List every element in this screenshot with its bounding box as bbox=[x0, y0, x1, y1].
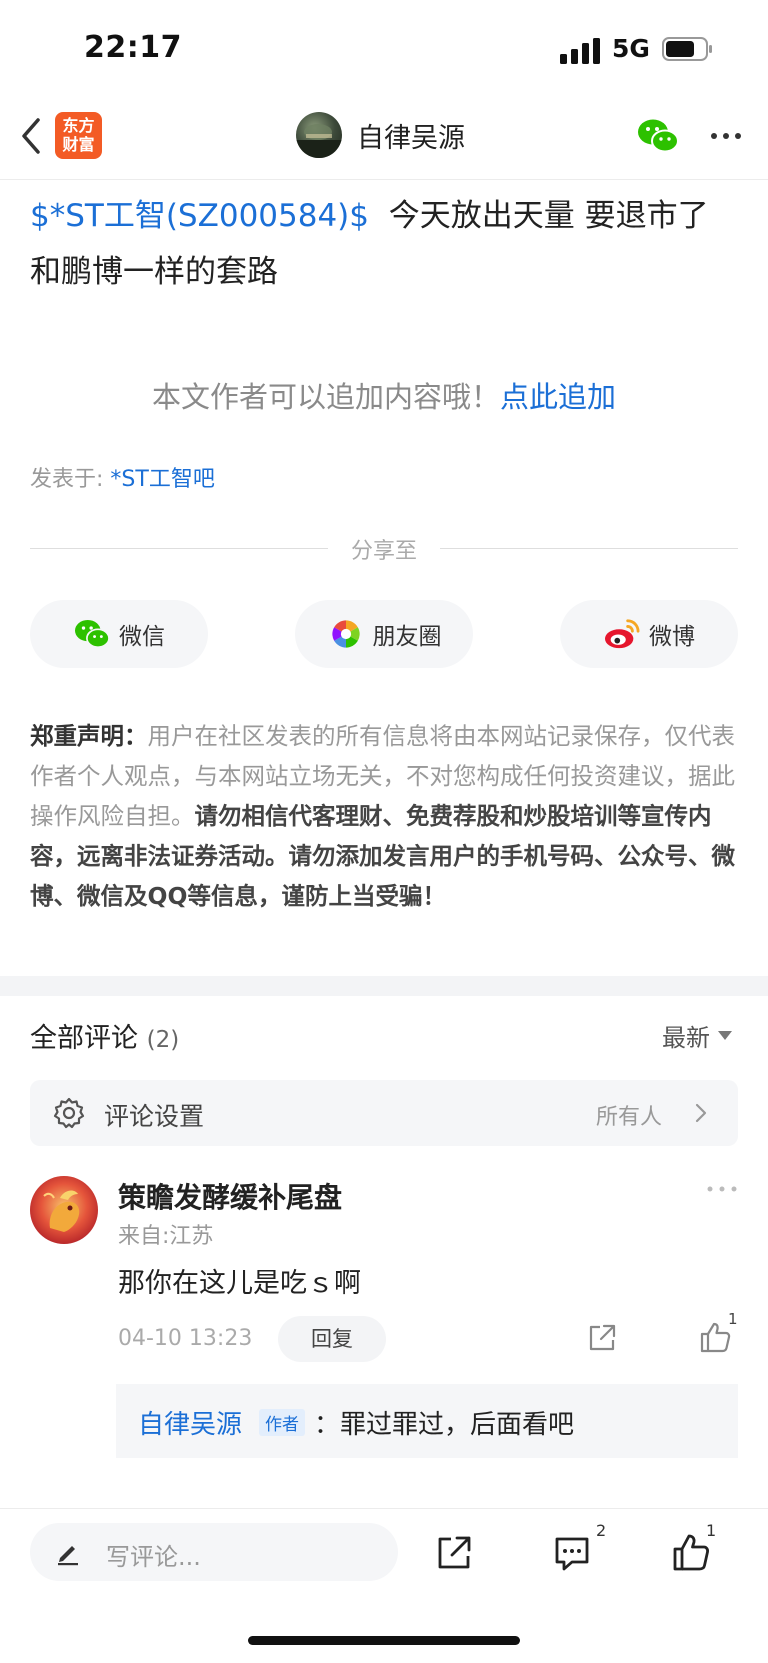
stock-tag-link[interactable]: $*ST工智(SZ000584)$ bbox=[30, 198, 369, 234]
status-time: 22:17 bbox=[84, 30, 182, 65]
disclaimer-label: 郑重声明： bbox=[30, 722, 148, 750]
wechat-icon bbox=[75, 619, 110, 649]
comments-count: (2) bbox=[146, 1027, 180, 1053]
author-avatar[interactable] bbox=[296, 112, 342, 158]
weibo-icon bbox=[605, 619, 640, 649]
comment-icon[interactable] bbox=[552, 1533, 592, 1573]
commenter-avatar[interactable] bbox=[30, 1176, 98, 1244]
write-comment-placeholder: 写评论... bbox=[106, 1543, 201, 1571]
network-type: 5G bbox=[612, 34, 650, 63]
home-indicator bbox=[248, 1636, 520, 1645]
comments-title-label: 全部评论 bbox=[30, 1023, 138, 1054]
section-divider bbox=[0, 976, 768, 996]
caret-down-icon bbox=[718, 1031, 732, 1040]
reply-content: 罪过罪过，后面看吧 bbox=[340, 1410, 575, 1440]
share-weibo-label: 微博 bbox=[649, 624, 695, 650]
comments-title: 全部评论 (2) bbox=[30, 1016, 179, 1055]
sort-dropdown[interactable]: 最新 bbox=[662, 1018, 732, 1053]
battery-icon bbox=[662, 37, 712, 61]
signal-icon bbox=[560, 38, 600, 64]
write-comment-input[interactable]: 写评论... bbox=[30, 1523, 398, 1581]
app-logo[interactable]: 东方 财富 bbox=[55, 112, 102, 159]
share-title: 分享至 bbox=[350, 539, 417, 564]
more-options-icon[interactable] bbox=[708, 124, 744, 148]
share-wechat-button[interactable]: 微信 bbox=[30, 600, 208, 668]
append-hint-text: 本文作者可以追加内容哦！ bbox=[151, 380, 500, 414]
wechat-share-icon[interactable] bbox=[636, 116, 680, 156]
chevron-right-icon bbox=[695, 1103, 707, 1123]
comment-time: 04-10 13:23 bbox=[118, 1326, 253, 1351]
pen-icon bbox=[58, 1546, 78, 1566]
sort-value: 最新 bbox=[662, 1024, 710, 1052]
dragon-avatar-image bbox=[43, 1190, 80, 1232]
back-arrow-icon[interactable] bbox=[16, 114, 46, 158]
comment-settings-row[interactable]: 评论设置 所有人 bbox=[30, 1080, 738, 1146]
posted-in-label: 发表于: bbox=[30, 467, 104, 492]
reply-separator: ： bbox=[314, 1410, 341, 1440]
share-moments-label: 朋友圈 bbox=[372, 624, 442, 650]
comment-settings-label: 评论设置 bbox=[104, 1102, 205, 1131]
share-icon[interactable] bbox=[434, 1533, 474, 1573]
comment-count-badge: 2 bbox=[596, 1521, 607, 1540]
comment-more-icon[interactable] bbox=[706, 1184, 738, 1194]
like-count-badge: 1 bbox=[706, 1521, 717, 1540]
gear-icon bbox=[53, 1097, 85, 1129]
reply-text: ：罪过罪过，后面看吧 bbox=[314, 1404, 574, 1441]
divider-right bbox=[440, 548, 738, 549]
moments-icon bbox=[331, 620, 360, 648]
share-wechat-label: 微信 bbox=[119, 624, 165, 650]
forum-link[interactable]: *ST工智吧 bbox=[110, 467, 214, 492]
author-name[interactable]: 自律吴源 bbox=[357, 116, 465, 155]
reply-box: 自律吴源 作者 ：罪过罪过，后面看吧 bbox=[116, 1384, 738, 1458]
author-badge: 作者 bbox=[259, 1409, 305, 1436]
comment-like-count: 1 bbox=[728, 1310, 738, 1328]
thumbs-up-icon[interactable] bbox=[698, 1320, 732, 1354]
posted-in: 发表于: *ST工智吧 bbox=[30, 461, 215, 493]
post-body: $*ST工智(SZ000584)$ 今天放出天量 要退市了 和鹏博一样的套路 bbox=[30, 188, 742, 300]
append-content-link[interactable]: 点此追加 bbox=[500, 380, 616, 414]
share-moments-button[interactable]: 朋友圈 bbox=[295, 600, 473, 668]
reply-button[interactable]: 回复 bbox=[278, 1316, 386, 1362]
nav-bar: 东方 财富 自律吴源 bbox=[0, 100, 768, 180]
share-weibo-button[interactable]: 微博 bbox=[560, 600, 738, 668]
commenter-name[interactable]: 策瞻发酵缓补尾盘 bbox=[118, 1176, 342, 1216]
append-hint: 本文作者可以追加内容哦！点此追加 bbox=[0, 374, 768, 416]
avatar-scene-image bbox=[296, 124, 342, 158]
comment-settings-value: 所有人 bbox=[595, 1105, 662, 1130]
share-icon[interactable] bbox=[586, 1322, 618, 1354]
comment-text: 那你在这儿是吃ｓ啊 bbox=[118, 1268, 361, 1299]
comment-location: 来自:江苏 bbox=[118, 1224, 214, 1249]
disclaimer: 郑重声明：用户在社区发表的所有信息将由本网站记录保存，仅代表作者个人观点，与本网… bbox=[30, 716, 742, 916]
app-logo-line1: 东方 bbox=[62, 116, 95, 135]
app-logo-line2: 财富 bbox=[62, 135, 95, 154]
reply-author[interactable]: 自律吴源 bbox=[138, 1404, 242, 1441]
status-bar: 22:17 5G bbox=[0, 0, 768, 100]
